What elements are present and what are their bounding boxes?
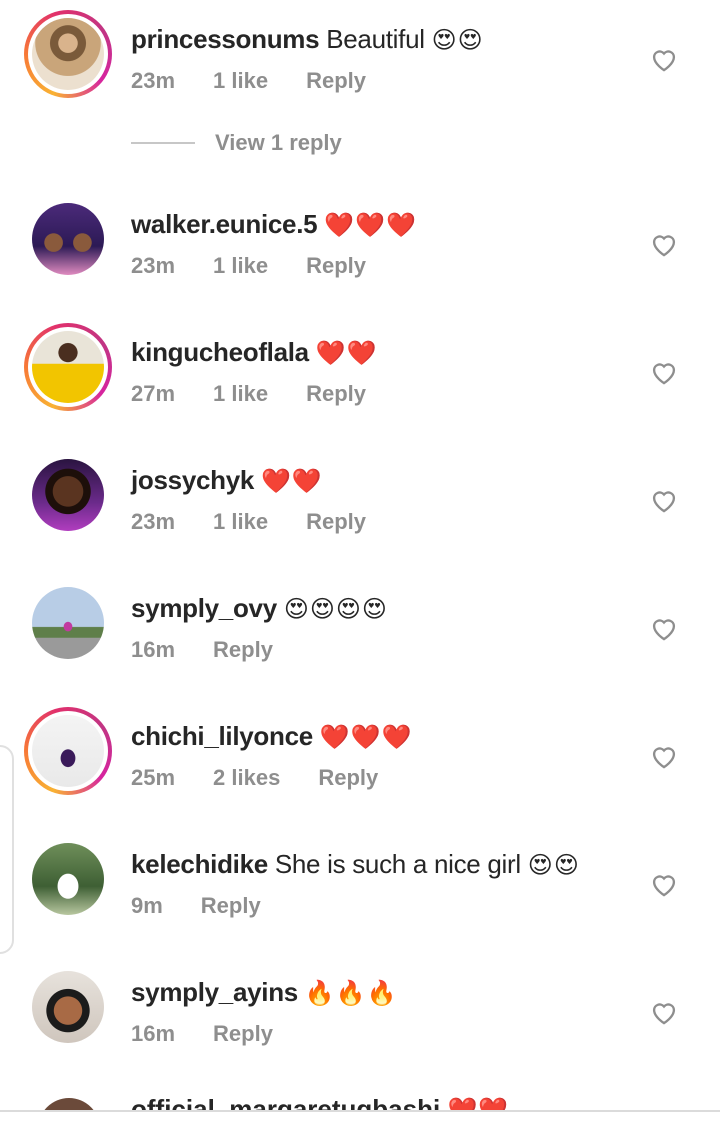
comment-line: kingucheoflala ❤️❤️	[131, 335, 378, 371]
comment-emoji: 😍😍	[431, 27, 484, 54]
replies-divider	[131, 142, 195, 144]
comment-username[interactable]: chichi_lilyonce	[131, 721, 313, 751]
comment-line: symply_ovy 😍😍😍😍	[131, 591, 388, 627]
reply-button[interactable]: Reply	[306, 509, 366, 534]
comment-username[interactable]: official_margaretugbashi	[131, 1094, 440, 1110]
comment-likes[interactable]: 2 likes	[213, 765, 280, 790]
comment-meta: 27m 1 like Reply	[131, 379, 404, 409]
edge-handle[interactable]	[0, 745, 14, 954]
comment-emoji: ❤️❤️	[261, 468, 323, 495]
reply-button[interactable]: Reply	[306, 253, 366, 278]
comment-text: Beautiful	[326, 24, 425, 54]
heart-icon[interactable]	[650, 487, 678, 513]
comment-emoji: 🔥🔥🔥	[304, 980, 398, 1007]
heart-icon[interactable]	[650, 231, 678, 257]
comment-username[interactable]: jossychyk	[131, 465, 254, 495]
comment-emoji: 😍😍😍😍	[283, 596, 388, 623]
reply-button[interactable]: Reply	[306, 68, 366, 93]
comment-item: walker.eunice.5 ❤️❤️❤️ 23m 1 like Reply	[0, 195, 720, 295]
avatar	[32, 715, 104, 787]
avatar	[32, 971, 104, 1043]
partial-comment: official_margaretugbashi ❤️❤️	[0, 1090, 720, 1110]
avatar-story-ring[interactable]	[24, 323, 112, 411]
comment-line: chichi_lilyonce ❤️❤️❤️	[131, 719, 413, 755]
heart-icon[interactable]	[650, 743, 678, 769]
avatar-story-ring[interactable]	[24, 707, 112, 795]
comment-username[interactable]: symply_ovy	[131, 593, 277, 623]
comment-likes[interactable]: 1 like	[213, 381, 268, 406]
comment-text: She is such a nice girl	[274, 849, 521, 879]
avatar	[32, 843, 104, 915]
comment-item: symply_ovy 😍😍😍😍 16m Reply	[0, 579, 720, 679]
comment-line: kelechidike She is such a nice girl 😍😍	[131, 847, 580, 883]
comment-username[interactable]: kelechidike	[131, 849, 268, 879]
avatar-wrap[interactable]	[24, 963, 112, 1051]
comment-time: 16m	[131, 637, 176, 662]
comment-time: 23m	[131, 509, 176, 534]
comment-time: 23m	[131, 253, 176, 278]
avatar	[38, 1098, 100, 1110]
heart-icon[interactable]	[650, 46, 678, 72]
avatar-wrap[interactable]	[24, 579, 112, 667]
comment-username[interactable]: walker.eunice.5	[131, 209, 318, 239]
comment-emoji: 😍😍	[527, 852, 580, 879]
reply-button[interactable]: Reply	[318, 765, 378, 790]
heart-icon[interactable]	[650, 359, 678, 385]
comment-time: 23m	[131, 68, 176, 93]
comment-item: symply_ayins 🔥🔥🔥 16m Reply	[0, 963, 720, 1063]
avatar-wrap[interactable]	[24, 835, 112, 923]
comment-time: 9m	[131, 893, 163, 918]
comment-emoji: ❤️❤️	[447, 1097, 509, 1110]
comment-item: princessonums Beautiful 😍😍 23m 1 like Repl…	[0, 10, 720, 110]
reply-button[interactable]: Reply	[213, 637, 273, 662]
heart-icon[interactable]	[650, 615, 678, 641]
reply-button[interactable]: Reply	[213, 1021, 273, 1046]
comment-line: symply_ayins 🔥🔥🔥	[131, 975, 398, 1011]
heart-icon[interactable]	[650, 871, 678, 897]
comment-meta: 23m 1 like Reply	[131, 66, 404, 96]
comment-emoji: ❤️❤️❤️	[324, 212, 417, 239]
avatar	[32, 18, 104, 90]
view-replies-button[interactable]: View 1 reply	[131, 126, 342, 160]
comment-line: jossychyk ❤️❤️	[131, 463, 323, 499]
avatar	[32, 203, 104, 275]
comment-item: chichi_lilyonce ❤️❤️❤️ 25m 2 likes Reply	[0, 707, 720, 807]
comment-line: official_margaretugbashi ❤️❤️	[131, 1092, 509, 1110]
comment-likes[interactable]: 1 like	[213, 253, 268, 278]
comment-username[interactable]: princessonums	[131, 24, 320, 54]
comment-item: kelechidike She is such a nice girl 😍😍 9…	[0, 835, 720, 935]
comment-meta: 9m Reply	[131, 891, 299, 921]
comment-likes[interactable]: 1 like	[213, 509, 268, 534]
comment-item: jossychyk ❤️❤️ 23m 1 like Reply	[0, 451, 720, 551]
comment-username[interactable]: symply_ayins	[131, 977, 298, 1007]
comment-emoji: ❤️❤️❤️	[319, 724, 413, 751]
avatar	[32, 331, 104, 403]
view-replies-label: View 1 reply	[215, 130, 342, 155]
comment-line: walker.eunice.5 ❤️❤️❤️	[131, 207, 417, 243]
avatar-wrap[interactable]	[24, 195, 112, 283]
comment-meta: 16m Reply	[131, 1019, 311, 1049]
comment-time: 16m	[131, 1021, 176, 1046]
comment-meta: 23m 1 like Reply	[131, 251, 404, 281]
reply-button[interactable]: Reply	[306, 381, 366, 406]
avatar	[32, 587, 104, 659]
comment-line: princessonums Beautiful 😍😍	[131, 22, 484, 58]
avatar	[32, 459, 104, 531]
heart-icon[interactable]	[650, 999, 678, 1025]
comment-item: kingucheoflala ❤️❤️ 27m 1 like Reply	[0, 323, 720, 423]
comment-emoji: ❤️❤️	[315, 340, 378, 367]
comment-time: 25m	[131, 765, 176, 790]
avatar-wrap[interactable]	[24, 451, 112, 539]
avatar-story-ring[interactable]	[24, 10, 112, 98]
comment-meta: 16m Reply	[131, 635, 311, 665]
comment-likes[interactable]: 1 like	[213, 68, 268, 93]
comment-input-divider	[0, 1110, 720, 1112]
comment-meta: 25m 2 likes Reply	[131, 763, 416, 793]
comment-username[interactable]: kingucheoflala	[131, 337, 309, 367]
comment-meta: 23m 1 like Reply	[131, 507, 404, 537]
reply-button[interactable]: Reply	[201, 893, 261, 918]
comment-time: 27m	[131, 381, 176, 406]
